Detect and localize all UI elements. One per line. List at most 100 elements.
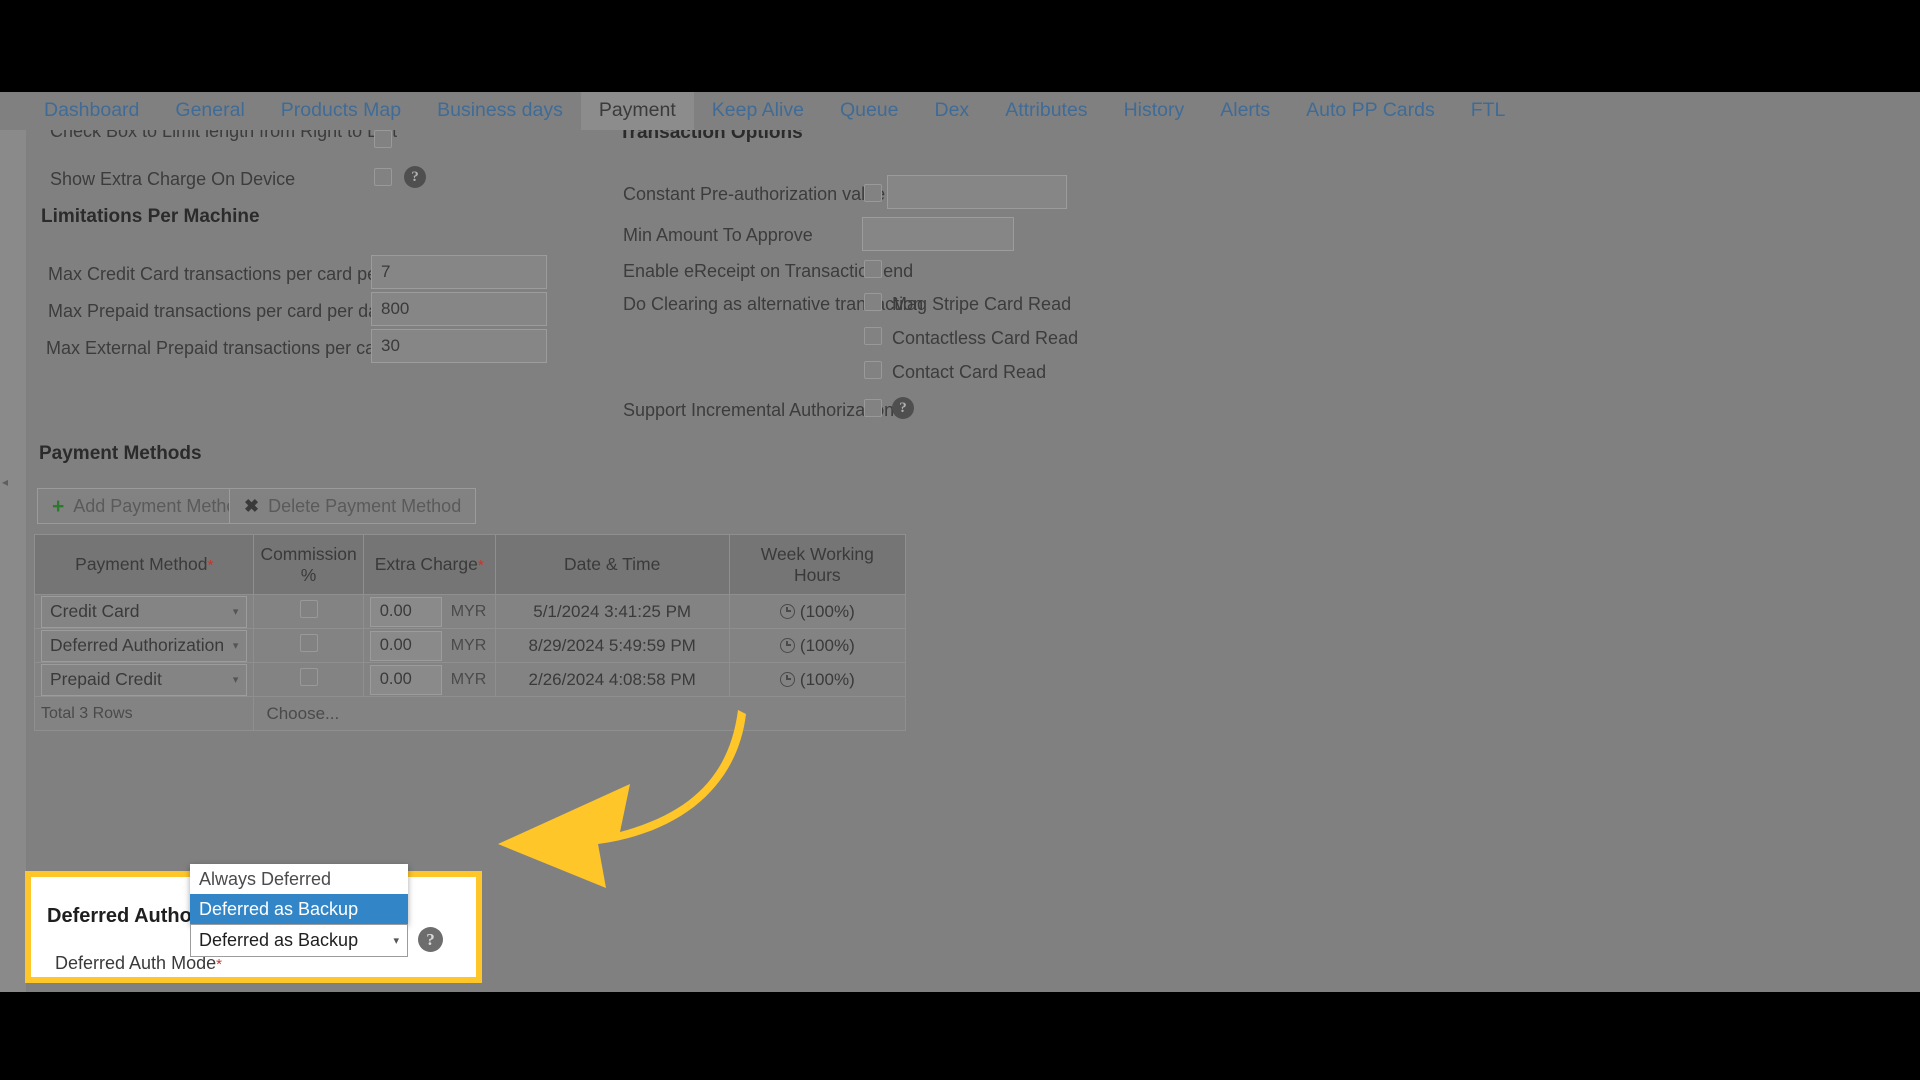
tab-business-days[interactable]: Business days: [419, 92, 581, 130]
commission-checkbox[interactable]: [299, 600, 318, 618]
payment-method-value: Deferred Authorization: [50, 635, 225, 655]
deferred-auth-mode-select[interactable]: Deferred as Backup ▾: [190, 924, 408, 957]
payment-methods-table: Payment Method* Commission % Extra Charge*…: [33, 534, 907, 731]
chevron-down-icon: ▾: [232, 674, 239, 686]
extra-charge-cell[interactable]: 0.00 MYR: [362, 662, 496, 697]
constant-preauth-checkbox[interactable]: [864, 184, 882, 202]
tab-alerts[interactable]: Alerts: [1202, 92, 1288, 130]
tab-bar: Dashboard General Products Map Business day…: [0, 92, 1920, 130]
table-row[interactable]: Deferred Authorization ▾ 0.00 MYR 8/29/2024 …: [33, 628, 907, 663]
card-read-label: Contact Card Read: [892, 362, 1047, 382]
table-row[interactable]: Prepaid Credit ▾ 0.00 MYR 2/26/2024 4:08:58 …: [33, 662, 907, 697]
help-icon[interactable]: ?: [418, 927, 443, 952]
payment-method-value: Prepaid Credit: [50, 669, 162, 689]
extra-charge-cell[interactable]: 0.00 MYR: [362, 628, 496, 663]
deferred-auth-mode-dropdown-list[interactable]: Always Deferred Deferred as Backup: [190, 864, 408, 924]
tab-history[interactable]: History: [1106, 92, 1203, 130]
constant-preauth-input[interactable]: [887, 175, 1067, 209]
commission-checkbox[interactable]: [299, 634, 318, 652]
payment-method-cell[interactable]: Credit Card ▾: [33, 594, 255, 629]
dropdown-option[interactable]: Always Deferred: [190, 864, 408, 894]
payment-method-cell[interactable]: Deferred Authorization ▾: [33, 628, 255, 663]
tab-dashboard[interactable]: Dashboard: [26, 92, 157, 130]
column-header-label: Date & Time: [564, 554, 661, 574]
show-extra-charge-label: Show Extra Charge On Device: [50, 169, 296, 189]
payment-methods-title: Payment Methods: [39, 443, 202, 464]
table-row[interactable]: Credit Card ▾ 0.00 MYR 5/1/2024 3:41:25 PM (1…: [33, 594, 907, 629]
currency-label: MYR: [450, 602, 487, 620]
min-amount-input[interactable]: [862, 217, 1014, 251]
payment-method-select[interactable]: Prepaid Credit ▾: [41, 663, 248, 696]
clipped-limit-length-row: Check Box to Limit length from Right to …: [50, 130, 570, 144]
limitation-label: Max Prepaid transactions per card per da…: [48, 301, 388, 321]
show-extra-charge-checkbox[interactable]: [374, 168, 392, 186]
datetime-cell: 5/1/2024 3:41:25 PM: [494, 594, 730, 629]
tab-attributes[interactable]: Attributes: [987, 92, 1105, 130]
payment-method-select[interactable]: Deferred Authorization ▾: [41, 629, 248, 662]
deferred-auth-mode-value: Deferred as Backup: [199, 930, 359, 950]
working-hours-cell[interactable]: (100%): [728, 628, 907, 663]
limit-length-checkbox[interactable]: [374, 130, 392, 148]
add-payment-method-button[interactable]: + Add Payment Method: [37, 488, 262, 524]
transaction-options-title-clipped: Transaction Options: [619, 130, 1039, 143]
tab-keep-alive[interactable]: Keep Alive: [694, 92, 822, 130]
commission-checkbox[interactable]: [299, 668, 318, 686]
working-hours-cell[interactable]: (100%): [728, 594, 907, 629]
help-icon[interactable]: ?: [892, 397, 914, 419]
commission-cell[interactable]: [253, 594, 364, 629]
tab-ftl[interactable]: FTL: [1453, 92, 1524, 130]
dropdown-option[interactable]: Deferred as Backup: [190, 894, 408, 924]
payment-method-cell[interactable]: Prepaid Credit ▾: [33, 662, 255, 697]
column-header-label: Payment Method: [75, 554, 208, 574]
card-read-checkbox[interactable]: [864, 327, 882, 345]
tab-dex[interactable]: Dex: [917, 92, 988, 130]
tab-list: Dashboard General Products Map Business day…: [26, 92, 1523, 130]
tab-products-map[interactable]: Products Map: [263, 92, 419, 130]
delete-payment-method-button[interactable]: ✖ Delete Payment Method: [229, 488, 477, 524]
limitation-input[interactable]: 7: [371, 255, 547, 289]
required-asterisk: *: [477, 557, 484, 574]
clock-icon: [779, 603, 795, 619]
extra-charge-input[interactable]: 0.00: [369, 630, 442, 661]
working-hours-value: (100%): [799, 669, 855, 689]
card-read-label: Mag Stripe Card Read: [892, 294, 1072, 314]
working-hours-value: (100%): [799, 601, 855, 621]
limitations-section-title: Limitations Per Machine: [41, 206, 260, 227]
card-read-checkbox[interactable]: [864, 361, 882, 379]
working-hours-value: (100%): [799, 635, 855, 655]
working-hours-cell[interactable]: (100%): [728, 662, 907, 697]
annotation-arrow: [498, 710, 746, 888]
limitation-input[interactable]: 30: [371, 329, 547, 363]
limit-length-label: Check Box to Limit length from Right to …: [50, 130, 398, 141]
column-header: Date & Time: [494, 534, 730, 595]
column-header: Payment Method*: [33, 534, 255, 595]
extra-charge-input[interactable]: 0.00: [369, 664, 442, 695]
payment-settings-panel: Check Box to Limit length from Right to …: [26, 130, 1920, 992]
collapse-panel-icon[interactable]: ◂: [2, 475, 8, 489]
chevron-down-icon: ▾: [232, 606, 239, 618]
commission-cell[interactable]: [253, 662, 364, 697]
tab-auto-pp-cards[interactable]: Auto PP Cards: [1288, 92, 1453, 130]
currency-label: MYR: [450, 636, 487, 654]
tab-queue[interactable]: Queue: [822, 92, 917, 130]
limitation-label: Max Credit Card transactions per card pe…: [48, 264, 418, 284]
table-footer-row: Total 3 Rows Choose...: [33, 696, 906, 731]
limitation-input[interactable]: 800: [371, 292, 547, 326]
column-header-label: Extra Charge: [374, 554, 478, 574]
tab-payment[interactable]: Payment: [580, 92, 694, 130]
commission-cell[interactable]: [253, 628, 364, 663]
page-content: ◂ Check Box to Limit length from Right t…: [0, 130, 1920, 992]
column-header: Extra Charge*: [362, 534, 496, 595]
payment-method-select[interactable]: Credit Card ▾: [41, 595, 248, 628]
do-clearing-checkbox[interactable]: [864, 293, 882, 311]
required-asterisk: *: [216, 956, 222, 973]
payment-method-value: Credit Card: [50, 601, 140, 621]
ereceipt-checkbox[interactable]: [864, 260, 882, 278]
incremental-auth-label: Support Incremental Authorization: [623, 400, 895, 420]
extra-charge-cell[interactable]: 0.00 MYR: [362, 594, 496, 629]
tab-general[interactable]: General: [157, 92, 262, 130]
incremental-auth-checkbox[interactable]: [864, 399, 882, 417]
help-icon[interactable]: ?: [404, 166, 426, 188]
table-body: Credit Card ▾ 0.00 MYR 5/1/2024 3:41:25 PM (1…: [33, 594, 907, 697]
extra-charge-input[interactable]: 0.00: [369, 596, 442, 627]
